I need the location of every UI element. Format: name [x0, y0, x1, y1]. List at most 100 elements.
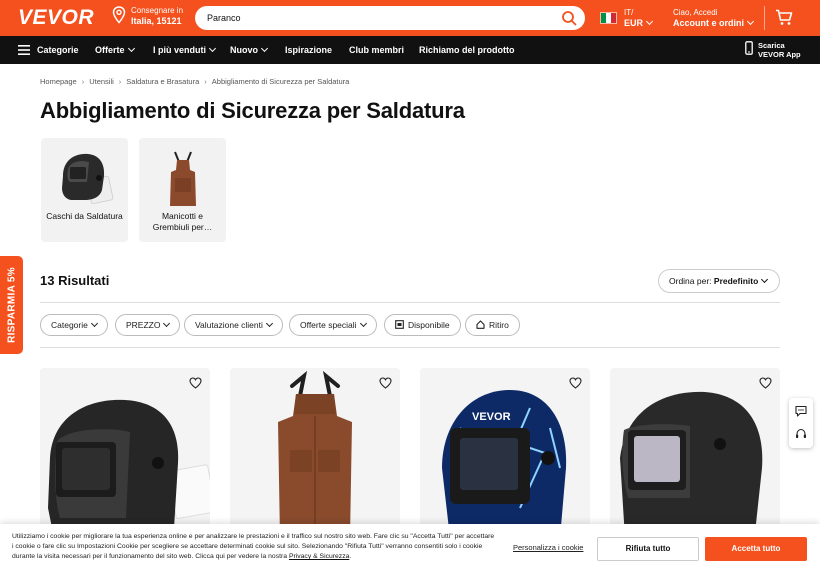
filter-prezzo[interactable]: PREZZO	[115, 314, 181, 336]
chevron-down-icon	[359, 319, 367, 328]
download-app-link[interactable]: Scarica VEVOR App	[745, 41, 801, 59]
category-card-grembiuli[interactable]: Manicotti e Grembiuli per…	[139, 138, 226, 242]
product-image-leather-apron	[278, 370, 352, 538]
chevron-down-icon	[260, 44, 269, 53]
filter-label: Ritiro	[489, 320, 509, 330]
chat-icon[interactable]	[795, 405, 807, 417]
floating-support-tools	[789, 398, 813, 448]
breadcrumb-separator: ›	[81, 77, 85, 86]
nav-item-piu-venduti[interactable]: I più venduti	[153, 44, 217, 55]
product-image-blue-helmet: VEVOR	[442, 390, 567, 538]
italy-flag-icon[interactable]	[600, 12, 617, 24]
nav-item-ispirazione[interactable]: Ispirazione	[285, 45, 332, 55]
account-label: Account e ordini	[673, 18, 745, 28]
ship-to-selector[interactable]: Consegnare in Italia, 15121	[112, 6, 183, 26]
chevron-down-icon	[761, 275, 769, 284]
main-nav: Categorie Offerte I più venduti Nuovo Is…	[0, 36, 820, 64]
category-label: Manicotti e Grembiuli per…	[152, 211, 213, 232]
page-title: Abbigliamento di Sicurezza per Saldatura	[40, 98, 465, 123]
menu-icon[interactable]	[18, 45, 30, 55]
heart-icon[interactable]	[569, 377, 582, 389]
language-currency-selector[interactable]: IT/ EUR	[624, 8, 654, 29]
category-label: Caschi da Saldatura	[46, 211, 123, 221]
home-icon	[476, 320, 485, 329]
filter-offerte-speciali[interactable]: Offerte speciali	[289, 314, 377, 336]
chevron-down-icon	[90, 319, 98, 328]
search-bar	[195, 6, 585, 30]
filter-label: PREZZO	[126, 320, 161, 330]
filter-valutazione[interactable]: Valutazione clienti	[184, 314, 283, 336]
cookie-banner: Utilizziamo i cookie per migliorare la t…	[0, 524, 820, 577]
store-icon	[395, 320, 404, 329]
breadcrumb-utensili[interactable]: Utensili	[89, 77, 114, 86]
account-menu[interactable]: Ciao, Accedi Account e ordini	[673, 8, 755, 29]
leather-apron-icon	[170, 151, 196, 206]
breadcrumb-separator: ›	[118, 77, 122, 86]
nav-label: Offerte	[95, 45, 125, 55]
category-card-caschi[interactable]: Caschi da Saldatura	[41, 138, 128, 242]
vevor-logo[interactable]: VEVOR	[18, 6, 94, 30]
product-card[interactable]	[610, 368, 780, 538]
app-line1: Scarica	[758, 41, 785, 50]
filter-ritiro[interactable]: Ritiro	[465, 314, 520, 336]
cart-icon[interactable]	[775, 9, 793, 26]
nav-label: I più venduti	[153, 45, 206, 55]
nav-item-nuovo[interactable]: Nuovo	[230, 44, 269, 55]
search-icon[interactable]	[561, 10, 577, 26]
nav-item-offerte[interactable]: Offerte	[95, 44, 135, 55]
accept-all-button[interactable]: Accetta tutto	[705, 537, 807, 561]
search-input[interactable]	[207, 10, 547, 26]
filter-label: Disponibile	[408, 320, 450, 330]
customize-cookies-link[interactable]: Personalizza i cookie	[513, 543, 583, 552]
chevron-down-icon	[645, 17, 654, 26]
location-pin-icon	[112, 6, 126, 24]
filter-label: Valutazione clienti	[195, 320, 263, 330]
headset-icon[interactable]	[795, 428, 807, 440]
breadcrumb-separator: ›	[204, 77, 207, 86]
nav-item-club-membri[interactable]: Club membri	[349, 45, 404, 55]
product-image-black-helmet-side	[620, 391, 763, 538]
vevor-brand-mark: VEVOR	[472, 411, 511, 423]
currency-label: EUR	[624, 18, 644, 28]
sort-value: Predefinito	[713, 276, 759, 286]
welding-helmet-icon	[62, 153, 114, 205]
cookie-message: Utilizziamo i cookie per migliorare la t…	[12, 533, 495, 560]
top-bar: VEVOR Consegnare in Italia, 15121 IT/ EU…	[0, 0, 820, 36]
promo-label: RISPARMIA 5%	[6, 267, 18, 343]
chevron-down-icon	[265, 319, 273, 328]
breadcrumb-saldatura[interactable]: Saldatura e Brasatura	[126, 77, 199, 86]
app-line2: VEVOR App	[758, 50, 801, 59]
heart-icon[interactable]	[189, 377, 202, 389]
nav-item-categorie[interactable]: Categorie	[37, 45, 79, 55]
heart-icon[interactable]	[759, 377, 772, 389]
account-greeting: Ciao, Accedi	[673, 8, 718, 17]
product-card[interactable]	[40, 368, 210, 538]
filter-disponibile[interactable]: Disponibile	[384, 314, 461, 336]
privacy-link[interactable]: Privacy & Sicurezza	[289, 553, 349, 560]
breadcrumb: Homepage › Utensili › Saldatura e Brasatura ›…	[40, 77, 349, 86]
product-card[interactable]	[230, 368, 400, 538]
cookie-text: Utilizziamo i cookie per migliorare la t…	[12, 532, 496, 562]
chevron-down-icon	[127, 44, 135, 53]
nav-item-richiamo[interactable]: Richiamo del prodotto	[419, 45, 515, 55]
filter-categorie[interactable]: Categorie	[40, 314, 108, 336]
divider	[764, 6, 765, 30]
sort-prefix: Ordina per:	[669, 276, 712, 286]
divider	[40, 347, 780, 348]
heart-icon[interactable]	[379, 377, 392, 389]
filter-label: Categorie	[51, 320, 88, 330]
product-card[interactable]: VEVOR	[420, 368, 590, 538]
discount-promo-tab[interactable]: RISPARMIA 5%	[0, 256, 23, 354]
reject-all-button[interactable]: Rifiuta tutto	[597, 537, 699, 561]
sort-dropdown[interactable]: Ordina per: Predefinito	[658, 269, 780, 293]
breadcrumb-homepage[interactable]: Homepage	[40, 77, 77, 86]
nav-label: Nuovo	[230, 45, 258, 55]
language-label: IT/	[624, 8, 634, 17]
chevron-down-icon	[208, 44, 217, 53]
phone-icon	[745, 41, 753, 55]
divider	[40, 302, 780, 303]
breadcrumb-current: Abbigliamento di Sicurezza per Saldatura	[211, 77, 350, 86]
chevron-down-icon	[746, 17, 755, 26]
ship-label: Consegnare in	[131, 6, 184, 15]
cookie-suffix: .	[349, 553, 352, 560]
